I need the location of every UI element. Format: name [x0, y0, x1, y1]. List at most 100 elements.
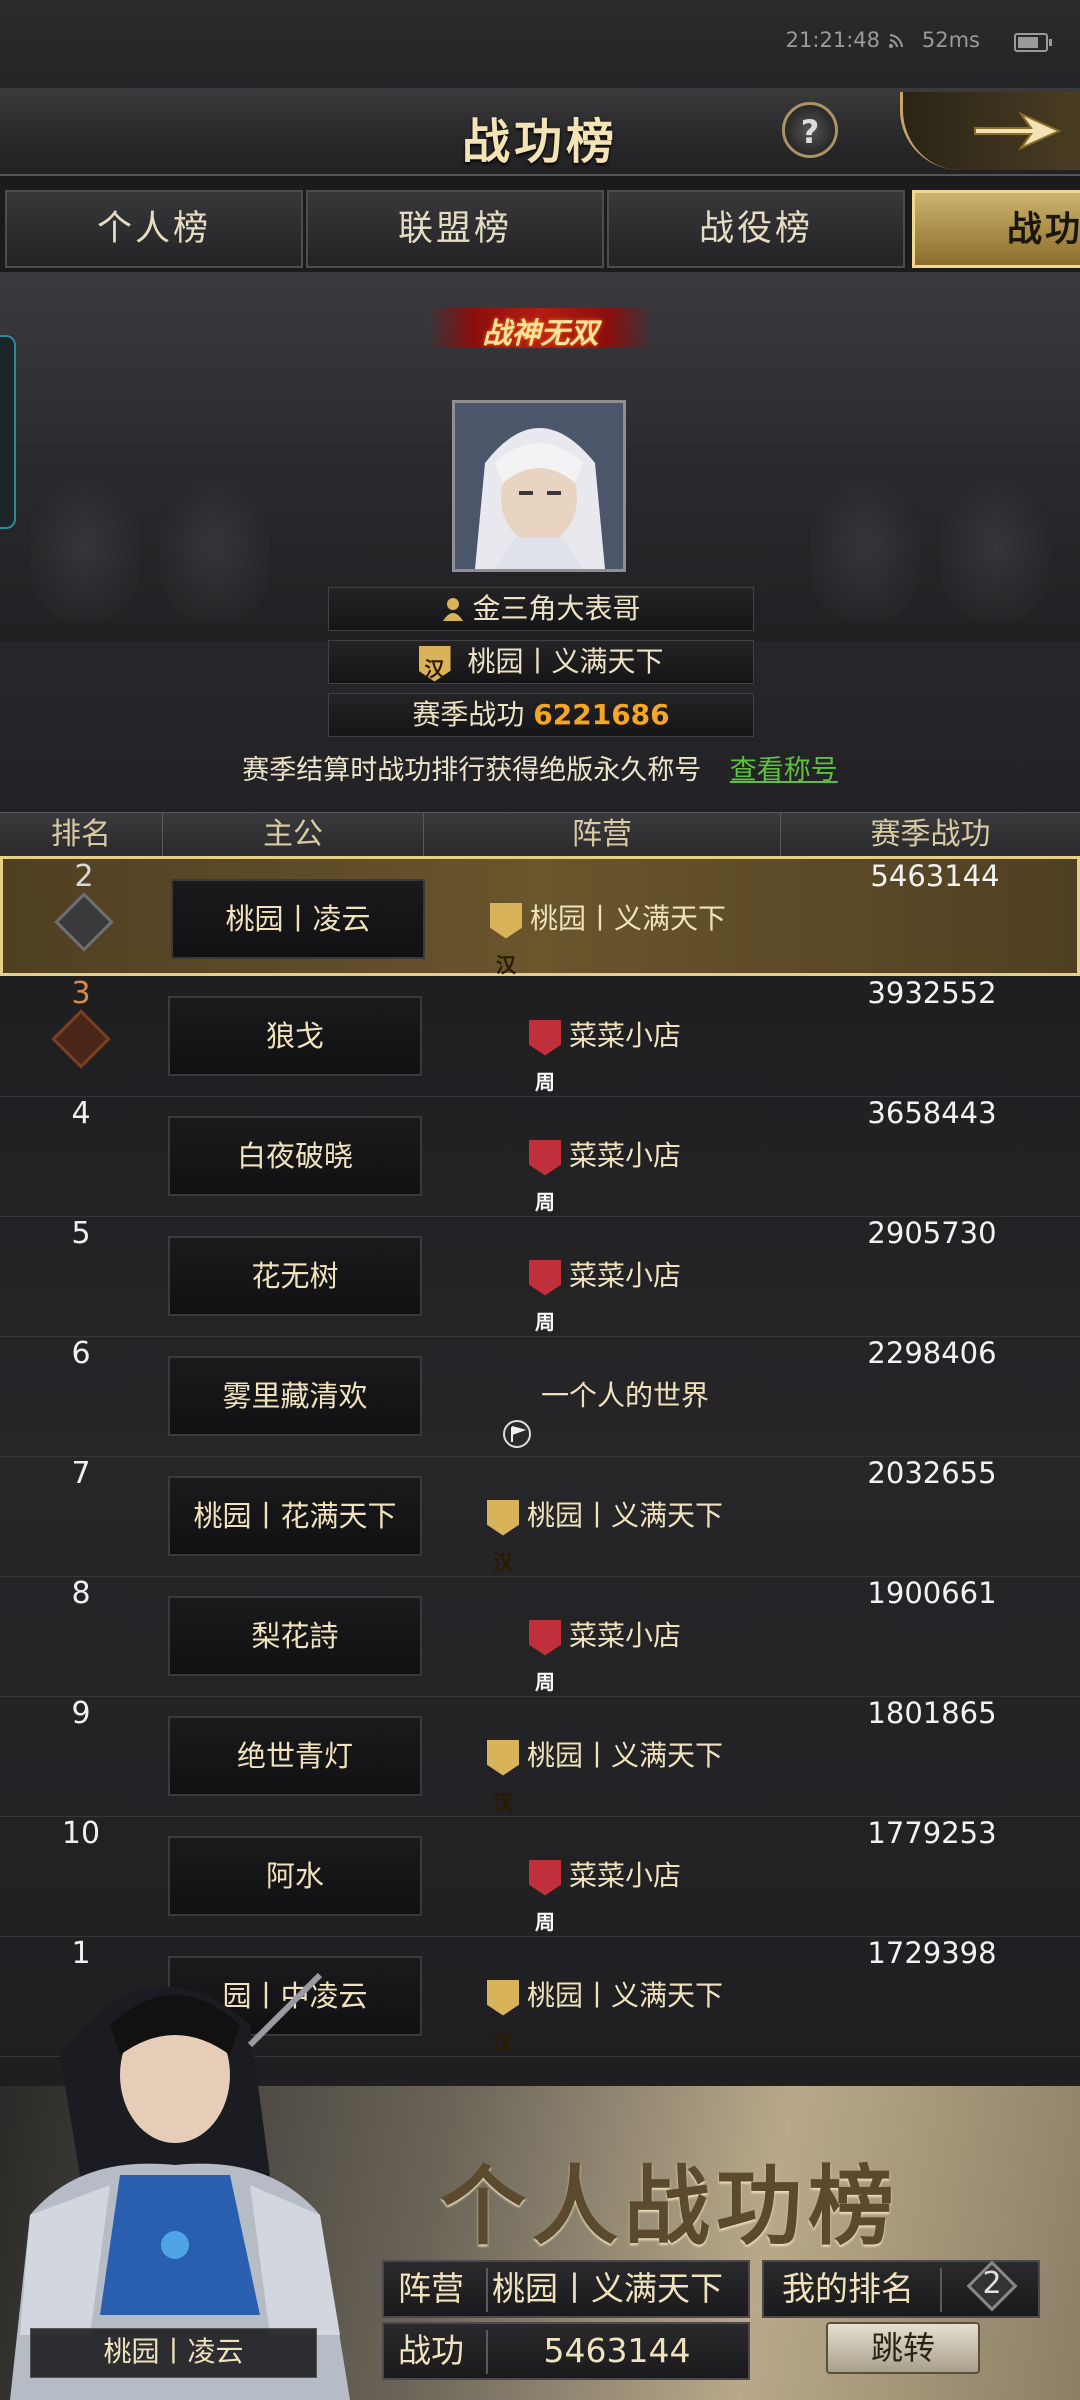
- lord-name[interactable]: 阿水: [168, 1836, 422, 1916]
- faction-name: 一个人的世界: [540, 1379, 709, 1412]
- lord-name[interactable]: 雾里藏清欢: [168, 1356, 422, 1436]
- table-row[interactable]: 3 狼戈周菜菜小店 3932552: [0, 976, 1080, 1097]
- top-player-alliance: 桃园丨义满天下: [467, 645, 664, 678]
- tab-personal[interactable]: 个人榜: [5, 190, 303, 268]
- tab-campaign[interactable]: 战役榜: [607, 190, 905, 268]
- drum-decoration: [810, 472, 920, 622]
- faction-cell: 周菜菜小店: [430, 1096, 780, 1216]
- season-power: 1900661: [867, 1576, 997, 1610]
- arrow-right-icon: [974, 111, 1062, 151]
- top-player-name: 金三角大表哥: [472, 592, 641, 625]
- rank-number: 7: [71, 1456, 91, 1491]
- faction-name: 菜菜小店: [568, 1619, 681, 1652]
- ranking-list[interactable]: 2 桃园丨凌云汉桃园丨义满天下 5463144 3 狼戈周菜菜小店 3932552 4 白夜破…: [0, 856, 1080, 2086]
- zhou-faction-icon: 周: [528, 1139, 561, 1214]
- rank-number: 8: [71, 1576, 91, 1611]
- back-button[interactable]: [900, 92, 1080, 170]
- column-rank: 排名: [0, 813, 163, 857]
- footer-power-box: 战功 5463144: [382, 2322, 750, 2380]
- faction-cell: 汉桃园丨义满天下: [430, 1456, 780, 1576]
- column-faction: 阵营: [424, 813, 781, 857]
- han-faction-icon: 汉: [486, 1499, 519, 1574]
- rank-badge-icon: [51, 1009, 111, 1069]
- side-drawer-tab[interactable]: [0, 335, 16, 529]
- faction-cell: 一个人的世界: [430, 1336, 780, 1456]
- season-label: 赛季战功: [412, 698, 525, 731]
- battery-icon: [1014, 33, 1052, 52]
- drum-decoration: [160, 472, 270, 622]
- table-row[interactable]: 4 白夜破晓周菜菜小店 3658443: [0, 1096, 1080, 1217]
- table-row[interactable]: 5 花无树周菜菜小店 2905730: [0, 1216, 1080, 1337]
- rank-number: 9: [71, 1696, 91, 1731]
- tab-bar: 个人榜 联盟榜 战役榜 战功: [0, 190, 1080, 270]
- lord-name[interactable]: 狼戈: [168, 996, 422, 1076]
- rank-number: 4: [71, 1096, 91, 1131]
- faction-name: 桃园丨义满天下: [526, 1739, 723, 1772]
- faction-cell: 周菜菜小店: [430, 1216, 780, 1336]
- top-player-name-box: 金三角大表哥: [328, 587, 754, 631]
- han-faction-icon: 汉: [486, 1739, 519, 1814]
- table-row[interactable]: 7 桃园丨花满天下汉桃园丨义满天下 2032655: [0, 1456, 1080, 1577]
- faction-cell: 汉桃园丨义满天下: [433, 859, 783, 979]
- column-lord: 主公: [163, 813, 424, 857]
- footer-power-value: 5463144: [543, 2331, 691, 2370]
- faction-name: 菜菜小店: [568, 1139, 681, 1172]
- rank-number: 5: [71, 1216, 91, 1251]
- top-player-avatar[interactable]: [452, 400, 626, 572]
- page-header: 战功榜 ?: [0, 88, 1080, 176]
- faction-name: 桃园丨义满天下: [526, 1979, 723, 2012]
- status-time: 21:21:48: [785, 28, 880, 52]
- table-row-self[interactable]: 2 桃园丨凌云汉桃园丨义满天下 5463144: [0, 856, 1080, 979]
- zhou-faction-icon: 周: [528, 1259, 561, 1334]
- season-power: 1729398: [867, 1936, 997, 1970]
- status-ping: 52ms: [921, 28, 980, 52]
- lord-name[interactable]: 桃园丨花满天下: [168, 1476, 422, 1556]
- flag-faction-icon: [501, 1380, 533, 1448]
- season-power: 5463144: [870, 859, 1000, 893]
- footer-faction-label: 阵营: [398, 2269, 464, 2308]
- top-player-season-box: 赛季战功 6221686: [328, 693, 754, 737]
- rank-number: 3: [71, 976, 91, 1011]
- table-row[interactable]: 9 绝世青灯汉桃园丨义满天下 1801865: [0, 1696, 1080, 1817]
- han-faction-icon: 汉: [486, 1979, 519, 2054]
- my-rank-label: 我的排名: [782, 2269, 914, 2308]
- zhou-faction-icon: 周: [528, 1619, 561, 1694]
- my-rank-value: 2: [982, 2266, 1002, 2301]
- footer-character-name: 桃园丨凌云: [30, 2328, 317, 2378]
- person-icon: [442, 598, 463, 621]
- footer-faction-box: 阵营 桃园丨义满天下: [382, 2260, 750, 2318]
- badge-text: 战神无双: [482, 316, 599, 350]
- faction-name: 桃园丨义满天下: [529, 902, 726, 935]
- table-row[interactable]: 6 雾里藏清欢 一个人的世界 2298406: [0, 1336, 1080, 1457]
- lord-name[interactable]: 花无树: [168, 1236, 422, 1316]
- table-row[interactable]: 8 梨花詩 周菜菜小店 1900661: [0, 1576, 1080, 1697]
- view-title-link[interactable]: 查看称号: [730, 755, 838, 786]
- lord-name[interactable]: 桃园丨凌云: [171, 879, 425, 959]
- tab-merit[interactable]: 战功: [912, 190, 1080, 268]
- faction-cell: 汉桃园丨义满天下: [430, 1696, 780, 1816]
- faction-name: 菜菜小店: [568, 1019, 681, 1052]
- faction-cell: 周菜菜小店: [430, 1816, 780, 1936]
- season-power: 1779253: [867, 1816, 997, 1850]
- zhou-faction-icon: 周: [528, 1859, 561, 1934]
- faction-cell: 周菜菜小店: [430, 976, 780, 1096]
- signal-icon: [889, 34, 903, 48]
- season-value: 6221686: [533, 698, 670, 731]
- faction-name: 菜菜小店: [568, 1259, 681, 1292]
- rank-number: 6: [71, 1336, 91, 1371]
- rank-number: 2: [74, 859, 94, 894]
- lord-name[interactable]: 白夜破晓: [168, 1116, 422, 1196]
- drum-decoration: [940, 472, 1050, 622]
- lord-name[interactable]: 绝世青灯: [168, 1716, 422, 1796]
- reward-hint: 赛季结算时战功排行获得绝版永久称号 查看称号: [0, 748, 1080, 787]
- lord-name[interactable]: 梨花詩: [168, 1596, 422, 1676]
- help-button[interactable]: ?: [782, 102, 838, 158]
- han-faction-icon: 汉: [418, 645, 451, 682]
- footer-power-label: 战功: [398, 2331, 464, 2370]
- jump-button[interactable]: 跳转: [826, 2322, 980, 2374]
- column-power: 赛季战功: [870, 817, 991, 852]
- season-power: 3658443: [867, 1096, 997, 1130]
- status-bar: 21:21:48 52ms: [0, 0, 1080, 88]
- tab-alliance[interactable]: 联盟榜: [306, 190, 604, 268]
- season-power: 2905730: [867, 1216, 997, 1250]
